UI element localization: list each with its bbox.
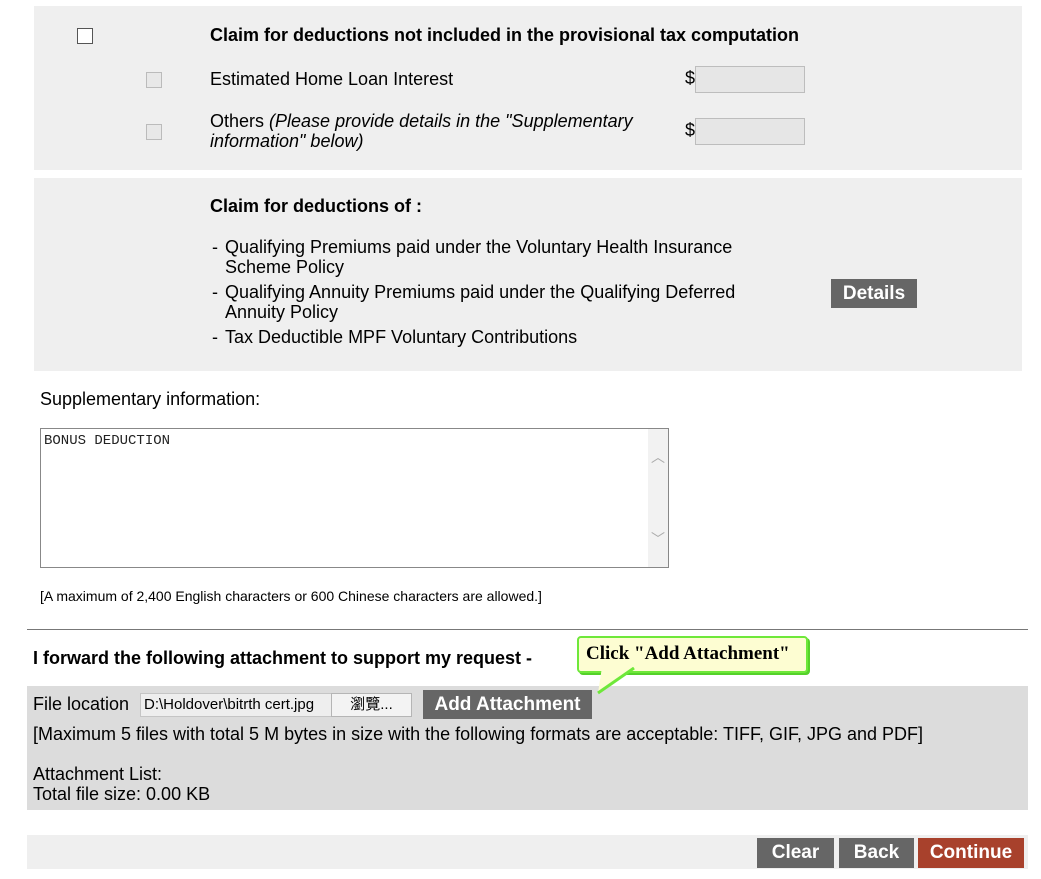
deductions-of-heading: Claim for deductions of : xyxy=(210,196,423,216)
others-label-prefix: Others xyxy=(210,111,270,131)
details-button[interactable]: Details xyxy=(831,279,917,308)
others-label-italic-line2: information" below) xyxy=(210,131,364,151)
divider xyxy=(27,629,1028,630)
currency-symbol: $ xyxy=(685,68,696,88)
bullet: - xyxy=(212,282,218,302)
supplementary-value: BONUS DEDUCTION xyxy=(44,433,171,449)
continue-button[interactable]: Continue xyxy=(918,838,1024,868)
supplementary-note: [A maximum of 2,400 English characters o… xyxy=(40,588,542,604)
deduction-item-text: Qualifying Premiums paid under the Volun… xyxy=(225,237,733,277)
supplementary-textarea[interactable]: BONUS DEDUCTION ︿ ﹀ xyxy=(40,428,669,568)
browse-button[interactable]: 瀏覽... xyxy=(331,693,412,717)
home-loan-interest-checkbox[interactable] xyxy=(146,72,162,88)
file-location-label: File location xyxy=(33,694,130,714)
bullet: - xyxy=(212,327,218,347)
total-file-size: Total file size: 0.00 KB xyxy=(33,784,211,804)
scroll-down-icon[interactable]: ﹀ xyxy=(651,529,665,547)
deductions-not-included-heading: Claim for deductions not included in the… xyxy=(210,25,800,45)
scroll-up-icon[interactable]: ︿ xyxy=(651,447,665,465)
attachment-limits-note: [Maximum 5 files with total 5 M bytes in… xyxy=(33,724,923,744)
others-checkbox[interactable] xyxy=(146,124,162,140)
currency-symbol: $ xyxy=(685,120,696,140)
textarea-scrollbar[interactable]: ︿ ﹀ xyxy=(648,429,668,567)
callout-tail-icon xyxy=(597,667,635,695)
attachment-list-label: Attachment List: xyxy=(33,764,163,784)
add-attachment-button[interactable]: Add Attachment xyxy=(423,690,592,719)
home-loan-interest-label: Estimated Home Loan Interest xyxy=(210,69,454,89)
file-location-input[interactable]: D:\Holdover\bitrth cert.jpg xyxy=(140,693,332,717)
clear-button[interactable]: Clear xyxy=(757,838,834,868)
others-label-italic: (Please provide details in the "Suppleme… xyxy=(269,111,633,131)
deduction-item-text: Tax Deductible MPF Voluntary Contributio… xyxy=(225,327,578,347)
others-amount-input[interactable] xyxy=(695,118,805,145)
deductions-not-included-checkbox[interactable] xyxy=(77,28,93,44)
deduction-item-text: Qualifying Annuity Premiums paid under t… xyxy=(225,282,736,322)
supplementary-label: Supplementary information: xyxy=(40,389,261,409)
home-loan-interest-input[interactable] xyxy=(695,66,805,93)
others-label: Others (Please provide details in the "S… xyxy=(210,111,633,151)
back-button[interactable]: Back xyxy=(839,838,914,868)
attachment-heading: I forward the following attachment to su… xyxy=(33,648,533,668)
bullet: - xyxy=(212,237,218,257)
